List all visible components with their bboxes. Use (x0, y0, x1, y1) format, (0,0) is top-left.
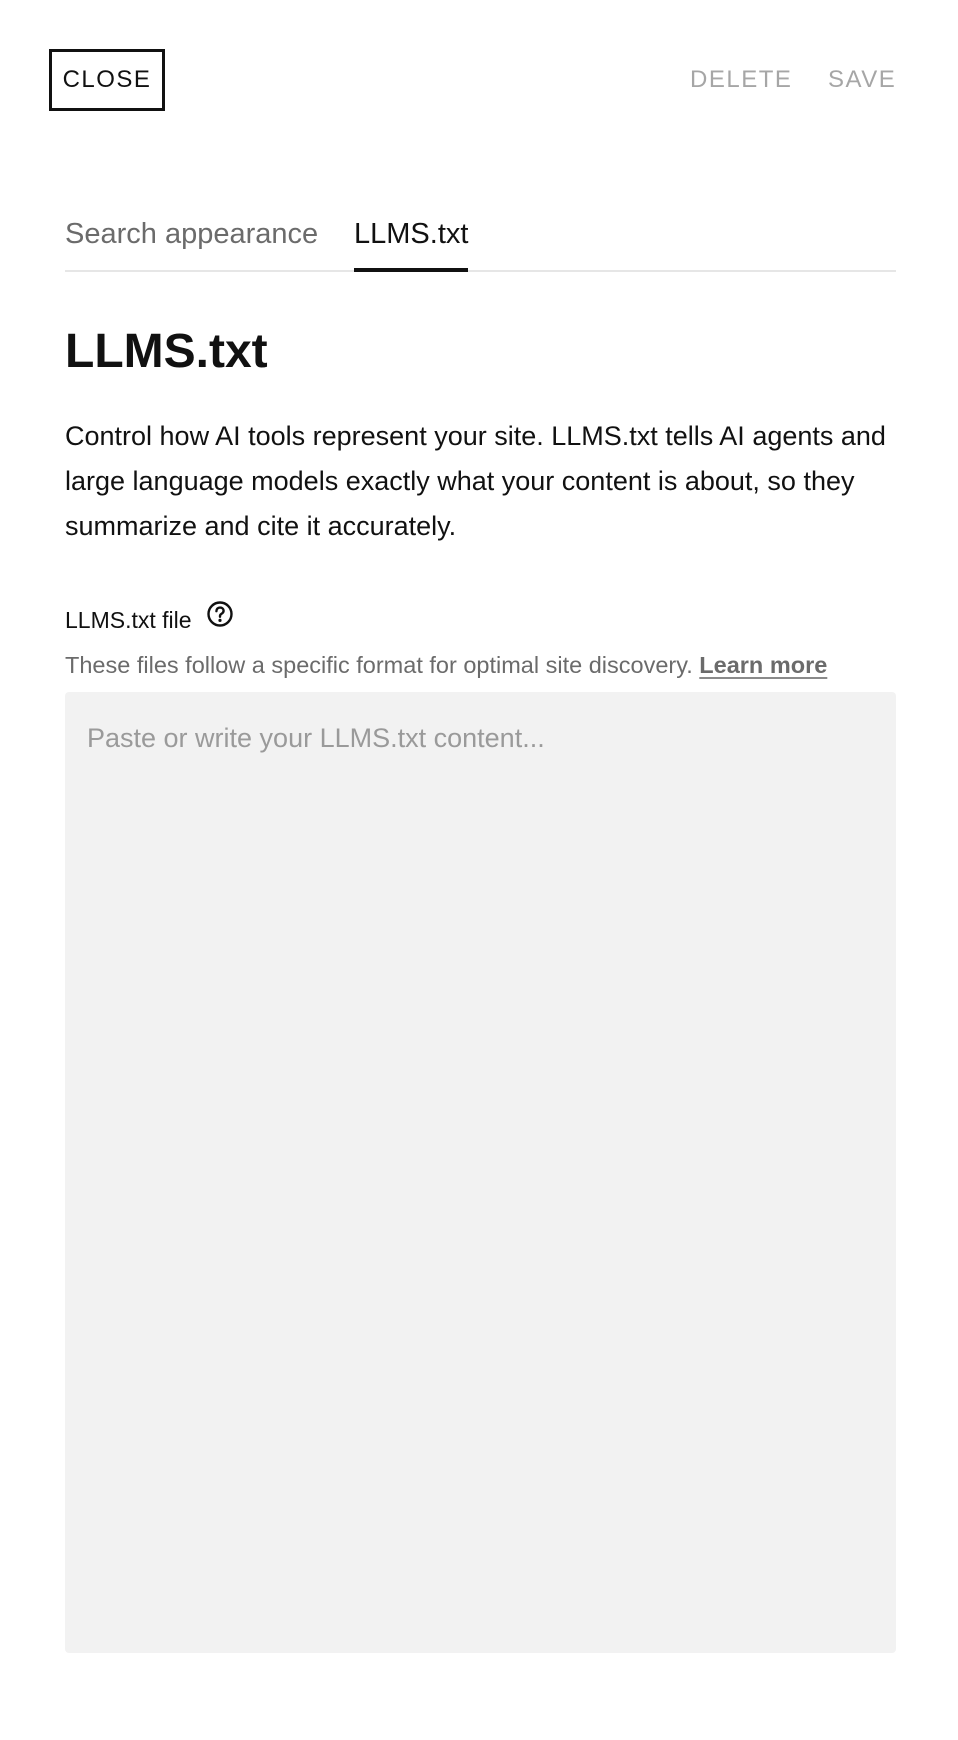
llms-settings-panel: CLOSE DELETE SAVE Search appearance LLMS… (0, 0, 958, 1740)
tab-search-appearance[interactable]: Search appearance (65, 198, 325, 270)
page-description: Control how AI tools represent your site… (65, 421, 886, 541)
question-circle-icon-svg (206, 601, 233, 627)
learn-more-link[interactable]: Learn more (699, 652, 827, 678)
field-label: LLMS.txt file (65, 607, 192, 633)
question-circle-icon[interactable] (206, 600, 234, 628)
field-hint: These files follow a specific format for… (65, 648, 905, 682)
llms-txt-editor[interactable] (65, 692, 896, 1653)
field-label-row: LLMS.txt file (65, 600, 234, 638)
close-button[interactable]: CLOSE (49, 49, 165, 111)
tab-bar: Search appearance LLMS.txt (65, 190, 896, 272)
top-bar: CLOSE DELETE SAVE (0, 0, 958, 150)
delete-button[interactable]: DELETE (690, 62, 791, 98)
page-title: LLMS.txt (65, 325, 268, 378)
active-tab-indicator (354, 268, 468, 272)
save-button[interactable]: SAVE (828, 62, 896, 98)
field-hint-text: These files follow a specific format for… (65, 652, 693, 678)
tab-llms-txt[interactable]: LLMS.txt (354, 198, 468, 270)
